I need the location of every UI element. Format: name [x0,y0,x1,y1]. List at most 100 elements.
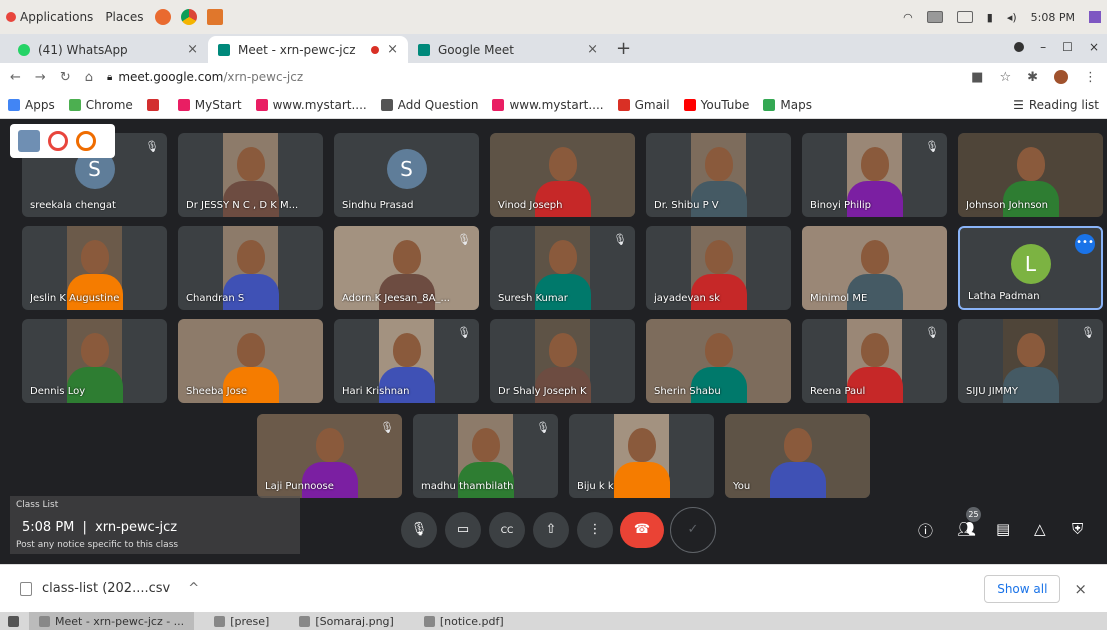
participant-tile[interactable]: 🎙︎ Laji Punnoose [257,414,402,498]
participant-tile[interactable]: Minimol ME [802,226,947,310]
taskbar-item[interactable]: [notice.pdf] [414,612,514,630]
show-desktop-icon[interactable] [8,615,19,627]
taskbar-item[interactable]: [prese] [204,612,279,630]
new-tab-button[interactable]: + [608,38,641,63]
tile-more-options-icon[interactable]: ••• [1075,234,1095,254]
download-chevron-icon[interactable]: ^ [188,581,199,596]
attendance-extension-icon[interactable] [18,130,40,152]
participant-tile[interactable]: Dr Shaly Joseph K [490,319,635,403]
captions-button[interactable]: CC [489,512,525,548]
people-icon[interactable]: 👥︎ [957,520,976,538]
taskbar-item[interactable]: [Somaraj.png] [289,612,404,630]
tab-whatsapp[interactable]: (41) WhatsApp × [8,36,208,63]
firefox-launcher-icon[interactable] [155,9,172,25]
leave-call-button[interactable]: ☎︎ [620,512,664,548]
extension-icon-b[interactable] [76,131,96,151]
profile-avatar-icon[interactable] [1054,69,1068,84]
chat-icon[interactable]: ▤ [996,520,1010,538]
participant-tile[interactable]: 🎙︎ madhu thambilath [413,414,558,498]
participant-tile[interactable]: 🎙︎ Hari Krishnan [334,319,479,403]
participant-tile[interactable]: Dennis Loy [22,319,167,403]
bookmark-item[interactable]: www.mystart.... [492,98,604,112]
activities-icon[interactable]: △ [1034,520,1046,538]
participant-tile[interactable]: S Sindhu Prasad [334,133,479,217]
back-icon[interactable]: ← [10,70,21,85]
participant-tile[interactable]: 🎙︎ Binoyi Philip [802,133,947,217]
mail-tray-icon[interactable] [956,11,973,23]
minimize-button[interactable]: – [1040,40,1046,54]
camera-icon: ▭ [456,522,470,537]
bookmark-item[interactable] [146,98,164,111]
bookmark-item[interactable]: Maps [763,98,812,112]
host-controls-icon[interactable]: ⛨ [1072,520,1083,538]
close-downloads-icon[interactable]: × [1074,580,1087,598]
present-button[interactable]: ⇧ [533,512,569,548]
participant-tile[interactable]: 🎙︎ Reena Paul [802,319,947,403]
meeting-details-icon[interactable]: ⓘ [918,520,933,541]
show-all-button[interactable]: Show all [984,574,1061,603]
close-tab-icon[interactable]: × [387,42,398,57]
home-icon[interactable]: ⌂ [85,70,93,85]
participant-face [860,147,889,181]
raise-hand-button[interactable]: ✓ [670,507,716,553]
participant-tile[interactable]: Biju k k [569,414,714,498]
participant-tile[interactable]: L ••• Latha Padman [958,226,1103,310]
files-launcher-icon[interactable] [207,9,224,25]
participant-tile[interactable]: 🎙︎ Suresh Kumar [490,226,635,310]
participant-tile[interactable]: 🎙︎ SIJU JIMMY [958,319,1103,403]
download-item[interactable]: class-list (202....csv ^ [20,581,199,596]
bookmark-item[interactable]: Gmail [617,98,670,112]
url-field[interactable]: 🔒︎ meet.google.com/xrn-pewc-jcz [107,70,957,84]
participant-tile[interactable]: Johnson Johnson [958,133,1103,217]
participant-tile[interactable]: 🎙︎ Adorn.K Jeesan_8A_... [334,226,479,310]
forward-icon[interactable]: → [35,70,46,85]
participant-face [627,428,656,462]
bookmark-item[interactable]: Chrome [68,98,133,112]
volume-icon[interactable]: ◂) [1007,11,1017,24]
close-tab-icon[interactable]: × [587,42,598,57]
tab-google-meet[interactable]: Google Meet × [408,36,608,63]
clock[interactable]: 5:08 PM [1031,11,1075,24]
taskbar-item[interactable]: Meet - xrn-pewc-jcz - ... [29,612,195,630]
places-menu[interactable]: Places [105,10,143,24]
battery-icon[interactable]: ▮ [987,11,993,24]
participant-tile[interactable]: Chandran S [178,226,323,310]
close-tab-icon[interactable]: × [187,42,198,57]
extension-icon-a[interactable] [48,131,68,151]
tab-label: Meet - xrn-pewc-jcz [238,42,356,57]
tab-meet[interactable]: Meet - xrn-pewc-jcz × [208,36,408,63]
participant-figure [378,274,435,310]
bookmark-item[interactable]: YouTube [683,98,749,112]
more-options-button[interactable]: ⋮ [577,512,613,548]
participant-tile[interactable]: Sheeba Jose [178,319,323,403]
participant-tile[interactable]: Vinod Joseph [490,133,635,217]
participant-tile[interactable]: jayadevan sk [646,226,791,310]
reload-icon[interactable]: ↻ [60,70,71,85]
bookmark-item[interactable]: Add Question [380,98,478,112]
camera-icon[interactable]: ■ [971,70,983,85]
profile-icon[interactable] [1014,42,1025,52]
participant-tile[interactable]: Sherin Shabu [646,319,791,403]
applications-menu[interactable]: Applications [6,10,93,24]
extension-overlay[interactable] [10,124,115,158]
participant-tile[interactable]: Dr JESSY N C , D K M... [178,133,323,217]
star-icon[interactable]: ☆ [999,70,1011,85]
participant-tile[interactable]: You [725,414,870,498]
user-menu-icon[interactable] [1089,11,1101,23]
bookmark-item[interactable]: www.mystart.... [255,98,367,112]
chrome-launcher-icon[interactable] [181,9,198,25]
participant-tile[interactable]: Jeslin K Augustine [22,226,167,310]
reading-list-button[interactable]: ☰ Reading list [1013,98,1099,112]
camera-button[interactable]: ▭ [445,512,481,548]
maximize-button[interactable]: ☐ [1062,40,1073,54]
mic-button[interactable]: 🎙︎ [401,512,437,548]
wifi-icon[interactable]: ◠ [903,11,913,24]
extensions-icon[interactable]: ✱ [1027,70,1038,85]
taskbar-item-icon [299,615,311,627]
participant-tile[interactable]: Dr. Shibu P V [646,133,791,217]
bookmark-item[interactable]: Apps [8,98,55,112]
bookmark-item[interactable]: MyStart [177,98,242,112]
menu-kebab-icon[interactable]: ⋮ [1084,70,1097,85]
tray-app-icon[interactable] [926,11,943,23]
close-window-button[interactable]: × [1089,40,1099,54]
